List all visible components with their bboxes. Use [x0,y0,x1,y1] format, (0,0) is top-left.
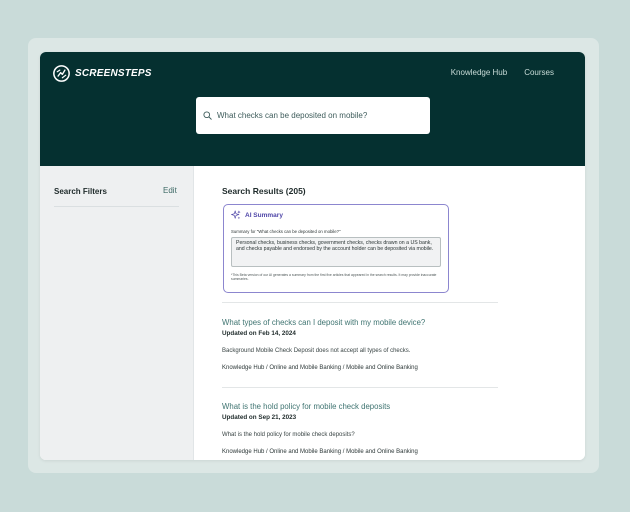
result-breadcrumb: Knowledge Hub / Online and Mobile Bankin… [222,365,418,371]
result-updated-date: Updated on Feb 14, 2024 [222,330,296,337]
screensteps-logo-icon [53,64,70,82]
result-title-link[interactable]: What types of checks can I deposit with … [222,318,522,327]
logo[interactable]: SCREENSTEPS [53,64,152,82]
edit-filters-button[interactable]: Edit [163,186,177,195]
result-snippet: What is the hold policy for mobile check… [222,432,355,438]
results-heading: Search Results (205) [222,186,306,196]
sidebar-divider [54,206,179,207]
ai-summary-header: AI Summary [231,210,283,220]
results-divider [222,387,498,388]
ai-summary-disclaimer: *This Beta version of our AI generates a… [231,273,437,282]
search-result: What types of checks can I deposit with … [222,318,522,371]
ai-summary-text: Personal checks, business checks, govern… [231,237,441,267]
results-divider [222,302,498,303]
result-snippet: Background Mobile Check Deposit does not… [222,348,411,354]
search-icon [203,111,212,120]
search-result: What is the hold policy for mobile check… [222,402,522,455]
sidebar-title: Search Filters [54,187,107,196]
result-updated-date: Updated on Sep 21, 2023 [222,414,297,421]
nav-courses[interactable]: Courses [524,68,554,77]
main-content: Search Results (205) AI Summary Summary … [194,166,585,460]
ai-summary-title: AI Summary [245,211,283,219]
search-input[interactable] [217,111,427,120]
logo-text: SCREENSTEPS [75,67,152,79]
result-breadcrumb: Knowledge Hub / Online and Mobile Bankin… [222,449,418,455]
ai-summary-query: Summary for "What checks can be deposite… [231,229,341,234]
sparkle-icon [231,210,241,220]
top-nav: Knowledge Hub Courses [451,68,554,77]
sidebar: Search Filters Edit [40,166,194,460]
search-box[interactable] [196,97,430,134]
nav-knowledge-hub[interactable]: Knowledge Hub [451,68,507,77]
result-title-link[interactable]: What is the hold policy for mobile check… [222,402,522,411]
app-window: SCREENSTEPS Knowledge Hub Courses Search… [40,52,585,460]
ai-summary-card: AI Summary Summary for "What checks can … [223,204,449,293]
header: SCREENSTEPS Knowledge Hub Courses [40,52,585,166]
